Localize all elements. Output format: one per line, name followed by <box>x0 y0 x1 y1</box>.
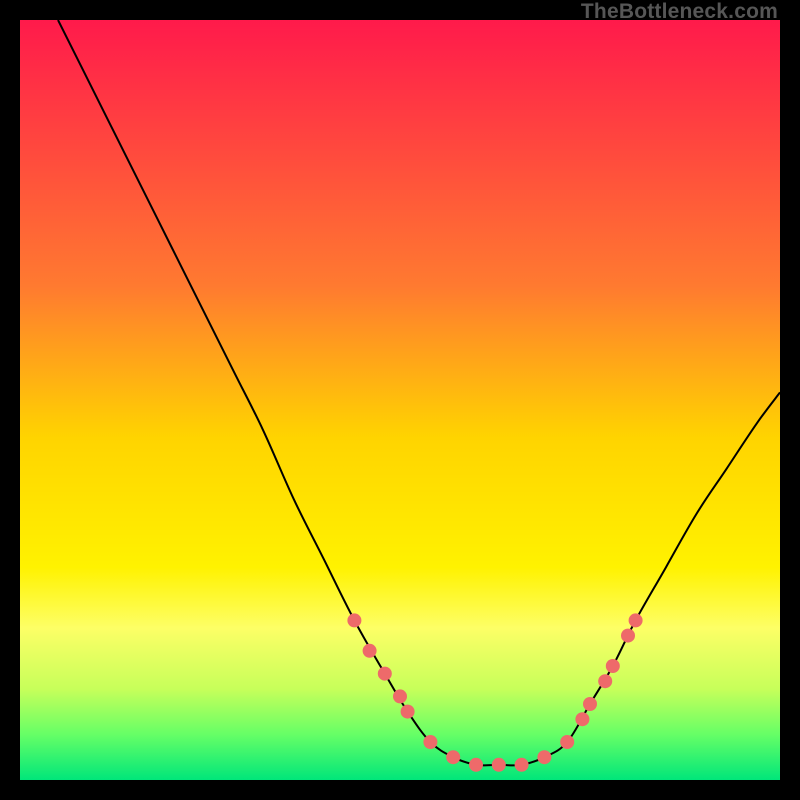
marker-dot <box>401 705 415 719</box>
marker-dot <box>492 758 506 772</box>
chart-frame <box>20 20 780 780</box>
marker-dot <box>363 644 377 658</box>
chart-background <box>20 20 780 780</box>
marker-dot <box>378 667 392 681</box>
marker-dot <box>446 750 460 764</box>
marker-dot <box>575 712 589 726</box>
marker-dot <box>393 689 407 703</box>
watermark-text: TheBottleneck.com <box>581 0 778 24</box>
marker-dot <box>560 735 574 749</box>
marker-dot <box>629 613 643 627</box>
marker-dot <box>515 758 529 772</box>
marker-dot <box>537 750 551 764</box>
marker-dot <box>347 613 361 627</box>
marker-dot <box>469 758 483 772</box>
marker-dot <box>423 735 437 749</box>
marker-dot <box>606 659 620 673</box>
marker-dot <box>621 629 635 643</box>
marker-dot <box>598 674 612 688</box>
marker-dot <box>583 697 597 711</box>
bottleneck-chart <box>20 20 780 780</box>
